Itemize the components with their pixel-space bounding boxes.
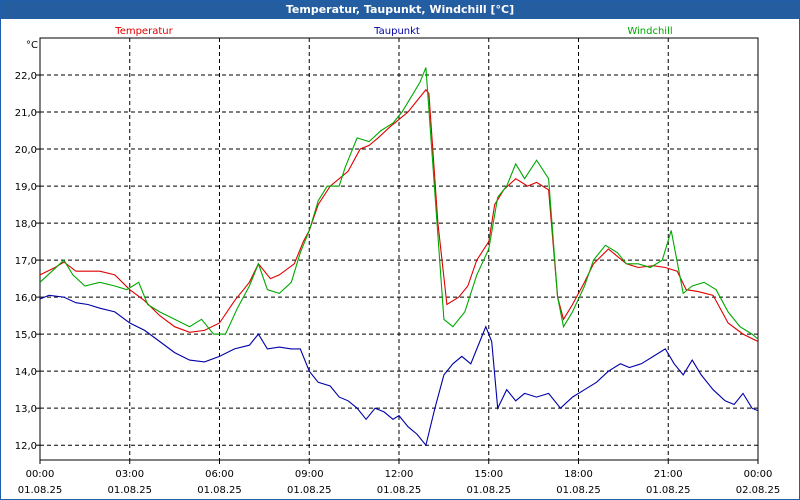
x-tick-date: 01.08.25: [287, 485, 332, 496]
x-tick-date: 01.08.25: [466, 485, 511, 496]
x-tick-date: 01.08.25: [646, 485, 691, 496]
legend: Temperatur Taupunkt Windchill: [114, 26, 672, 37]
series-line-taupunkt: [40, 294, 758, 447]
y-tick-label: 14,0: [15, 367, 37, 378]
x-tick-time: 21:00: [654, 469, 683, 480]
x-tick-date: 01.08.25: [107, 485, 152, 496]
y-tick-label: 22,0: [15, 71, 37, 82]
x-tick-time: 00:00: [26, 469, 55, 480]
x-tick-time: 06:00: [205, 469, 234, 480]
series-line-windchill: [40, 67, 758, 340]
x-tick-time: 03:00: [115, 469, 144, 480]
x-tick-date: 01.08.25: [18, 485, 63, 496]
x-tick-time: 18:00: [564, 469, 593, 480]
grid-lines: [40, 38, 758, 460]
x-tick-date: 01.08.25: [197, 485, 242, 496]
chart-canvas: 12,0 13,0 14,0 15,0 16,0 17,0 18,0 19,0 20,0 21,0…: [15, 26, 781, 496]
y-tick-label: 13,0: [15, 404, 37, 415]
y-tick-label: 12,0: [15, 441, 37, 452]
legend-entry-taupunkt: Taupunkt: [373, 26, 420, 37]
x-axis-ticks: 00:00 01.08.25 03:00 01.08.25 06:00 01.08.25 0…: [18, 460, 781, 496]
x-tick-time: 15:00: [474, 469, 503, 480]
y-tick-label: 21,0: [15, 108, 37, 119]
y-tick-label: 15,0: [15, 330, 37, 341]
x-tick-date: 01.08.25: [556, 485, 601, 496]
legend-entry-windchill: Windchill: [627, 26, 672, 37]
y-tick-label: 18,0: [15, 219, 37, 230]
y-axis-unit: °C: [26, 40, 38, 51]
y-tick-label: 20,0: [15, 145, 37, 156]
y-tick-label: 16,0: [15, 293, 37, 304]
y-tick-label: 19,0: [15, 182, 37, 193]
x-tick-date: 02.08.25: [736, 485, 781, 496]
x-tick-time: 00:00: [744, 469, 773, 480]
y-tick-label: 17,0: [15, 256, 37, 267]
x-tick-time: 12:00: [385, 469, 414, 480]
series-lines: [40, 67, 758, 447]
legend-entry-temperatur: Temperatur: [114, 26, 173, 37]
x-tick-time: 09:00: [295, 469, 324, 480]
x-tick-date: 01.08.25: [377, 485, 422, 496]
y-axis-ticks: 12,0 13,0 14,0 15,0 16,0 17,0 18,0 19,0 20,0 21,0…: [15, 71, 40, 452]
